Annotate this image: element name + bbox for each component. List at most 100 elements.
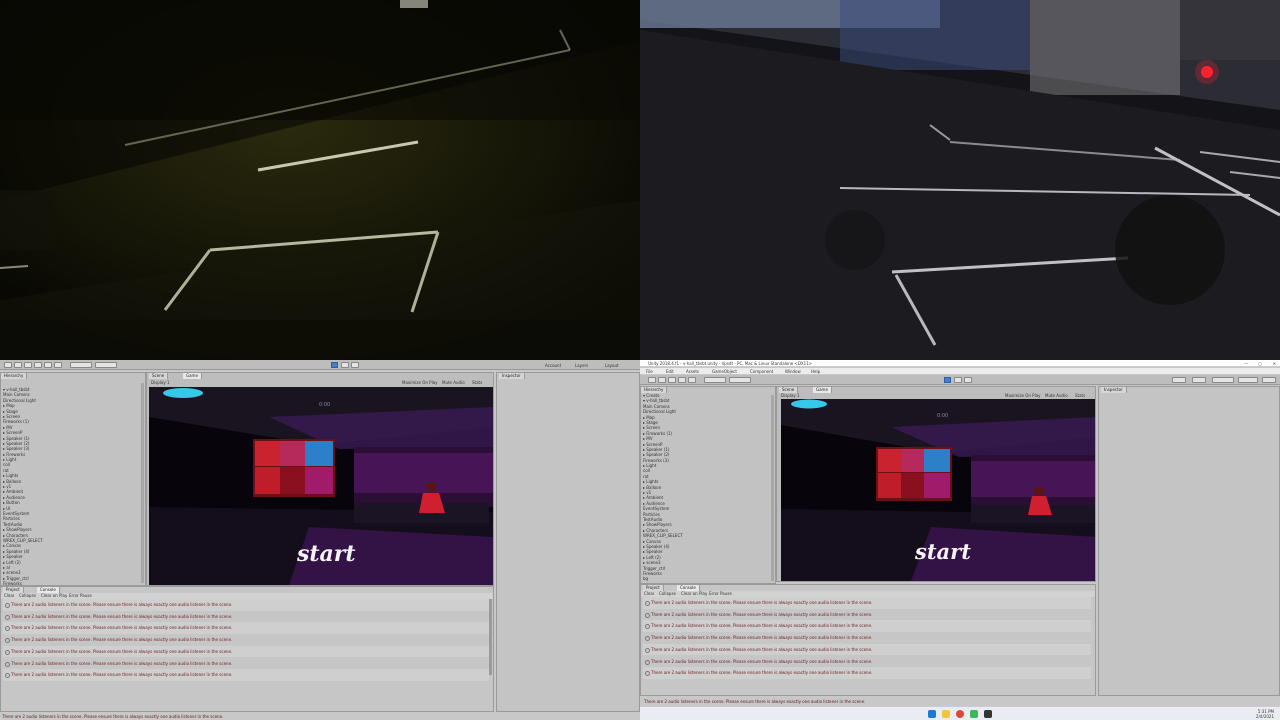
tab-inspector[interactable]: Inspector bbox=[1101, 387, 1127, 393]
pivot-toggle[interactable] bbox=[70, 362, 92, 368]
global-toggle[interactable] bbox=[95, 362, 117, 368]
hand-tool-button[interactable] bbox=[4, 362, 12, 368]
menu-item[interactable]: Component bbox=[750, 369, 773, 374]
start-title[interactable]: start bbox=[296, 541, 356, 567]
file-explorer-icon[interactable] bbox=[942, 710, 950, 718]
menu-item[interactable]: Edit bbox=[666, 369, 674, 374]
stats-toggle[interactable]: Stats bbox=[472, 380, 482, 385]
pause-button[interactable] bbox=[954, 377, 962, 383]
menu-item[interactable]: File bbox=[646, 369, 653, 374]
layers-dropdown[interactable]: Layers bbox=[575, 363, 588, 368]
step-button[interactable] bbox=[351, 362, 359, 368]
maximize-on-play-toggle[interactable]: Maximize On Play bbox=[1005, 393, 1041, 398]
menu-item[interactable]: Help bbox=[811, 369, 820, 374]
start-title[interactable]: start bbox=[914, 539, 971, 564]
menu-item[interactable]: Window bbox=[785, 369, 801, 374]
hierarchy-scrollbar[interactable] bbox=[771, 395, 774, 581]
maximize-button[interactable]: ▢ bbox=[1258, 361, 1262, 366]
menu-item[interactable]: Assets bbox=[686, 369, 699, 374]
game-view[interactable]: 0:00 start bbox=[149, 387, 493, 585]
mute-audio-toggle[interactable]: Mute Audio bbox=[1045, 393, 1068, 398]
console-scrollbar[interactable] bbox=[489, 599, 492, 675]
pivot-toggle[interactable] bbox=[704, 377, 726, 383]
layout-dropdown[interactable]: Layout bbox=[605, 363, 619, 368]
clear-button[interactable]: Clear bbox=[644, 591, 654, 596]
game-view[interactable]: 0:00 start bbox=[781, 399, 1095, 581]
tab-game[interactable]: Game bbox=[183, 373, 202, 379]
display-dropdown[interactable]: Display 1 bbox=[781, 393, 800, 398]
collapse-toggle[interactable]: Collapse bbox=[19, 593, 36, 598]
browser-icon[interactable] bbox=[956, 710, 964, 718]
hierarchy-scrollbar[interactable] bbox=[141, 383, 144, 583]
hierarchy-item[interactable]: bg bbox=[643, 576, 773, 581]
tab-hierarchy[interactable]: Hierarchy bbox=[1, 373, 28, 379]
console-warning-row[interactable]: There are 2 audio listeners in the scene… bbox=[643, 632, 1091, 644]
rect-tool-button[interactable] bbox=[44, 362, 52, 368]
street-scene-left bbox=[0, 0, 640, 360]
layers-dropdown[interactable] bbox=[1238, 377, 1258, 383]
layout-dropdown[interactable] bbox=[1262, 377, 1276, 383]
tab-scene[interactable]: Scene bbox=[149, 373, 169, 379]
mute-audio-toggle[interactable]: Mute Audio bbox=[442, 380, 465, 385]
status-bar: There are 2 audio listeners in the scene… bbox=[2, 714, 224, 719]
console-warning-row[interactable]: There are 2 audio listeners in the scene… bbox=[3, 645, 489, 658]
console-warning-row[interactable]: There are 2 audio listeners in the scene… bbox=[3, 657, 489, 670]
move-tool-button[interactable] bbox=[14, 362, 22, 368]
clock-date[interactable]: 2/4/2021 bbox=[1256, 714, 1274, 719]
clear-on-play-toggle[interactable]: Clear on Play bbox=[681, 591, 707, 596]
unity-editor-right: Unity 2018.4.f1 - v-hall_tbsbt.unity - V… bbox=[640, 360, 1280, 720]
minimize-button[interactable]: — bbox=[1244, 361, 1248, 366]
rect-tool-button[interactable] bbox=[688, 377, 696, 383]
collab-button[interactable] bbox=[1172, 377, 1186, 383]
street-scene-right bbox=[640, 0, 1280, 360]
error-pause-toggle[interactable]: Error Pause bbox=[69, 593, 92, 598]
console-warning-row[interactable]: There are 2 audio listeners in the scene… bbox=[643, 608, 1091, 621]
global-toggle[interactable] bbox=[729, 377, 751, 383]
console-warning-row[interactable]: There are 2 audio listeners in the scene… bbox=[643, 667, 1091, 679]
console-warning-row[interactable]: There are 2 audio listeners in the scene… bbox=[643, 597, 1091, 609]
camera-feed-top-right bbox=[640, 0, 1280, 360]
unity-icon[interactable] bbox=[984, 710, 992, 718]
start-menu-icon[interactable] bbox=[928, 710, 936, 718]
play-button[interactable] bbox=[944, 377, 951, 383]
console-warning-row[interactable]: There are 2 audio listeners in the scene… bbox=[3, 669, 489, 681]
scale-tool-button[interactable] bbox=[34, 362, 42, 368]
hand-tool-button[interactable] bbox=[648, 377, 656, 383]
maximize-on-play-toggle[interactable]: Maximize On Play bbox=[402, 380, 438, 385]
display-dropdown[interactable]: Display 1 bbox=[151, 380, 170, 385]
rotate-tool-button[interactable] bbox=[668, 377, 676, 383]
menu-bar: File Edit Assets GameObject Component Window H… bbox=[640, 368, 1280, 374]
step-button[interactable] bbox=[964, 377, 972, 383]
move-tool-button[interactable] bbox=[658, 377, 666, 383]
console-warning-row[interactable]: There are 2 audio listeners in the scene… bbox=[3, 599, 489, 611]
hierarchy-panel: Hierarchy ▾ v-hall_tbsbt Main Camera Dir… bbox=[0, 372, 146, 586]
play-button[interactable] bbox=[331, 362, 338, 368]
game-timer: 0:00 bbox=[319, 402, 330, 408]
scale-tool-button[interactable] bbox=[678, 377, 686, 383]
console-warning-row[interactable]: There are 2 audio listeners in the scene… bbox=[3, 634, 489, 646]
transform-tool-button[interactable] bbox=[54, 362, 62, 368]
console-warning-row[interactable]: There are 2 audio listeners in the scene… bbox=[3, 610, 489, 623]
clear-on-play-toggle[interactable]: Clear on Play bbox=[41, 593, 67, 598]
console-warning-row[interactable]: There are 2 audio listeners in the scene… bbox=[643, 620, 1091, 633]
account-dropdown[interactable] bbox=[1212, 377, 1234, 383]
error-pause-toggle[interactable]: Error Pause bbox=[709, 591, 732, 596]
console-panel: Project Console Clear Collapse Clear on … bbox=[640, 584, 1096, 696]
account-dropdown[interactable]: Account bbox=[545, 363, 561, 368]
console-warning-row[interactable]: There are 2 audio listeners in the scene… bbox=[643, 643, 1091, 656]
inspector-panel: Inspector bbox=[1098, 386, 1280, 696]
clear-button[interactable]: Clear bbox=[4, 593, 14, 598]
stats-toggle[interactable]: Stats bbox=[1075, 393, 1085, 398]
game-timer: 0:00 bbox=[937, 413, 948, 419]
game-panel: Scene Game Display 1 Maximize On Play Mu… bbox=[776, 386, 1096, 582]
pause-button[interactable] bbox=[341, 362, 349, 368]
close-button[interactable]: ✕ bbox=[1273, 361, 1276, 366]
cloud-button[interactable] bbox=[1192, 377, 1206, 383]
app-icon[interactable] bbox=[970, 710, 978, 718]
rotate-tool-button[interactable] bbox=[24, 362, 32, 368]
console-warning-row[interactable]: There are 2 audio listeners in the scene… bbox=[3, 622, 489, 635]
console-warning-row[interactable]: There are 2 audio listeners in the scene… bbox=[643, 655, 1091, 668]
collapse-toggle[interactable]: Collapse bbox=[659, 591, 676, 596]
menu-item[interactable]: GameObject bbox=[712, 369, 737, 374]
tab-inspector[interactable]: Inspector bbox=[499, 373, 525, 379]
